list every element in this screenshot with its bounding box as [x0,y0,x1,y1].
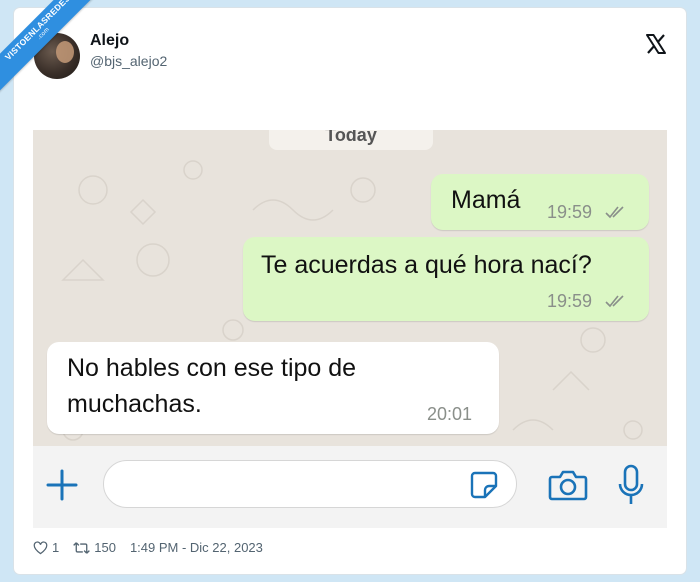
read-ticks-icon [605,206,624,219]
plus-icon[interactable] [45,468,79,502]
message-time: 19:59 [547,291,593,311]
sticker-icon[interactable] [469,470,499,500]
message-text-line-2: muchachas. [67,390,202,418]
author-handle[interactable]: @bjs_alejo2 [90,53,167,69]
heart-icon [33,540,48,554]
microphone-icon[interactable] [617,464,645,506]
retweet-button[interactable]: 150 [73,540,116,555]
message-bubble-outgoing[interactable]: Mamá 19:59 [431,174,649,230]
message-text: Mamá [451,186,521,214]
retweet-count: 150 [94,540,116,555]
message-bubble-outgoing[interactable]: Te acuerdas a qué hora nací? 19:59 [243,237,649,321]
message-bubble-incoming[interactable]: No hables con ese tipo de muchachas. 20:… [47,342,499,434]
message-time: 19:59 [547,202,593,222]
chat-screenshot: Today Mamá 19:59 Te acuerdas a qué hora … [33,130,667,446]
date-separator: Today [269,130,433,150]
camera-icon[interactable] [548,468,588,502]
author-name[interactable]: Alejo [90,32,129,50]
chat-input-bar [33,446,667,528]
message-input[interactable] [103,460,517,508]
x-logo-icon[interactable] [644,32,668,56]
like-button[interactable]: 1 [33,540,59,555]
tweet-footer: 1 150 1:49 PM - Dic 22, 2023 [33,540,263,555]
retweet-icon [73,541,91,554]
message-text-line-1: No hables con ese tipo de [67,354,357,382]
tweet-timestamp[interactable]: 1:49 PM - Dic 22, 2023 [130,540,263,555]
read-ticks-icon [605,295,624,308]
message-text: Te acuerdas a qué hora nací? [261,251,592,279]
message-time: 20:01 [427,404,473,424]
like-count: 1 [52,540,60,555]
